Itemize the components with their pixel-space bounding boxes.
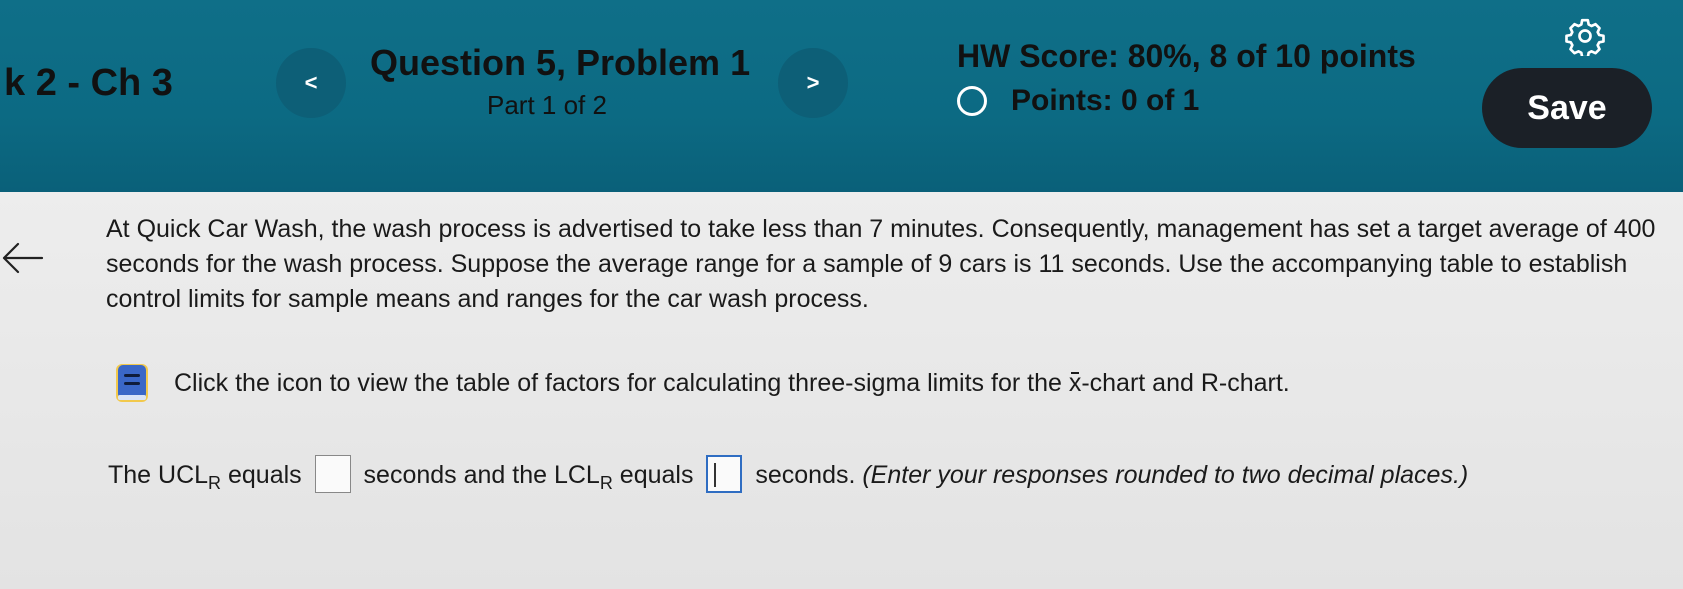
table-link-text-after: -chart and R-chart. <box>1081 368 1290 397</box>
book-icon[interactable] <box>112 362 152 404</box>
answer-text-lcl: seconds and the LCL <box>356 461 600 489</box>
save-button[interactable]: Save <box>1482 68 1652 148</box>
chevron-right-icon: > <box>806 70 820 95</box>
answer-statement: The UCLR equals seconds and the LCLR equ… <box>108 448 1508 504</box>
answer-text-equals-2: equals <box>612 461 701 489</box>
back-button[interactable] <box>0 238 44 278</box>
problem-statement: At Quick Car Wash, the wash process is a… <box>106 215 1656 313</box>
previous-question-button[interactable]: < <box>276 48 346 118</box>
top-header: k 2 - Ch 3 < Question 5, Problem 1 Part … <box>0 0 1683 192</box>
xbar-symbol: x <box>1068 368 1082 397</box>
rounding-instruction: (Enter your responses rounded to two dec… <box>862 461 1469 489</box>
question-title: Question 5, Problem 1 <box>370 42 751 83</box>
table-link-text: Click the icon to view the table of fact… <box>174 369 1290 398</box>
table-link-row: Click the icon to view the table of fact… <box>112 362 1290 404</box>
ucl-answer-input[interactable] <box>314 455 351 494</box>
answer-text-ucl: The UCL <box>108 461 209 489</box>
lcl-answer-input[interactable] <box>706 455 743 494</box>
answer-text-seconds: seconds. <box>748 461 863 489</box>
chevron-left-icon: < <box>304 70 318 95</box>
chapter-label[interactable]: k 2 - Ch 3 <box>4 62 173 105</box>
table-link-text-before: Click the icon to view the table of fact… <box>174 368 1069 397</box>
settings-button[interactable] <box>1563 14 1607 58</box>
lcl-subscript: R <box>599 473 613 493</box>
points-row: Points: 0 of 1 <box>957 84 1199 118</box>
ucl-subscript: R <box>208 473 222 493</box>
gear-icon <box>1565 18 1605 56</box>
hw-score: HW Score: 80%, 8 of 10 points <box>957 38 1416 74</box>
question-part: Part 1 of 2 <box>487 90 607 120</box>
arrow-left-icon <box>2 242 44 274</box>
answer-text-equals-1: equals <box>221 461 309 489</box>
next-question-button[interactable]: > <box>778 48 848 118</box>
points-text: Points: 0 of 1 <box>1011 84 1200 117</box>
status-circle-icon <box>957 86 987 116</box>
